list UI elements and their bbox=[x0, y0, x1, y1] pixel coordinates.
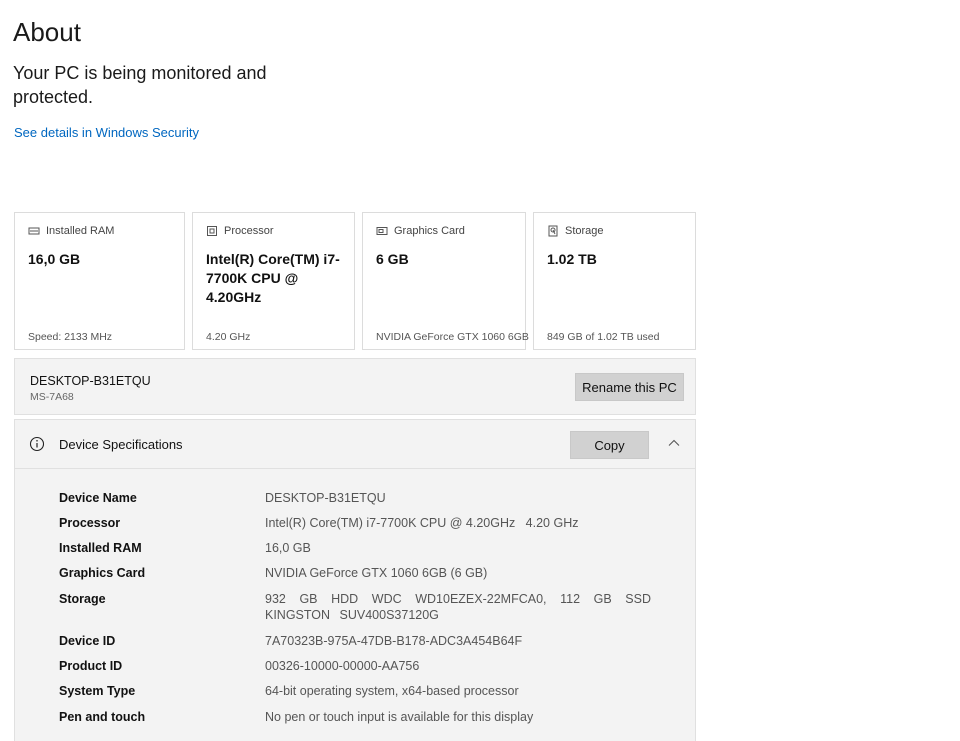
card-subtext: 849 GB of 1.02 TB used bbox=[547, 331, 660, 343]
spec-value: 932 GB HDD WDC WD10EZEX-22MFCA0, 112 GB … bbox=[265, 592, 651, 622]
card-label: Storage bbox=[565, 225, 604, 237]
card-label: Installed RAM bbox=[46, 225, 115, 237]
card-label: Processor bbox=[224, 225, 274, 237]
info-icon bbox=[29, 436, 45, 452]
device-specifications-list: Device Name DESKTOP-B31ETQU Processor Inte… bbox=[14, 469, 696, 741]
spec-value: No pen or touch input is available for t… bbox=[265, 710, 534, 724]
spec-key: Installed RAM bbox=[59, 541, 142, 555]
spec-key: Pen and touch bbox=[59, 710, 146, 724]
rename-pc-button[interactable]: Rename this PC bbox=[575, 373, 684, 401]
card-processor: Processor Intel(R) Core(TM) i7-7700K CPU… bbox=[192, 212, 355, 350]
card-value: Intel(R) Core(TM) i7-7700K CPU @ 4.20GHz bbox=[206, 251, 340, 305]
spec-key: Product ID bbox=[59, 659, 123, 673]
spec-value: Intel(R) Core(TM) i7-7700K CPU @ 4.20GHz… bbox=[265, 516, 579, 530]
card-installed-ram: Installed RAM 16,0 GB Speed: 2133 MHz bbox=[14, 212, 185, 350]
card-value: 1.02 TB bbox=[547, 251, 597, 267]
spec-key: Device ID bbox=[59, 634, 116, 648]
spec-key: System Type bbox=[59, 684, 136, 698]
spec-value: DESKTOP-B31ETQU bbox=[265, 491, 386, 505]
card-header: Storage bbox=[547, 225, 604, 237]
card-subtext: 4.20 GHz bbox=[206, 331, 251, 343]
ram-icon bbox=[28, 227, 40, 235]
card-header: Installed RAM bbox=[28, 225, 114, 237]
pc-name-panel: DESKTOP-B31ETQU MS-7A68 Rename this PC bbox=[14, 358, 696, 415]
card-header: Processor bbox=[206, 225, 274, 237]
device-specifications-header[interactable]: Device Specifications Copy bbox=[14, 419, 696, 469]
graphics-card-icon bbox=[376, 227, 388, 235]
spec-key: Storage bbox=[59, 592, 106, 606]
pc-name: DESKTOP-B31ETQU bbox=[30, 374, 151, 388]
card-value: 6 GB bbox=[376, 251, 409, 267]
spec-value: 00326-10000-00000-AA756 bbox=[265, 659, 420, 673]
spec-value: 16,0 GB bbox=[265, 541, 311, 555]
page-title: About bbox=[13, 17, 81, 47]
processor-icon bbox=[207, 226, 217, 236]
card-label: Graphics Card bbox=[394, 225, 465, 237]
pc-model: MS-7A68 bbox=[30, 391, 74, 403]
specs-title: Device Specifications bbox=[59, 437, 183, 452]
storage-icon bbox=[548, 225, 558, 237]
windows-security-link[interactable]: See details in Windows Security bbox=[14, 125, 199, 140]
card-value: 16,0 GB bbox=[28, 251, 81, 267]
spec-key: Processor bbox=[59, 516, 121, 530]
card-storage: Storage 1.02 TB 849 GB of 1.02 TB used bbox=[533, 212, 696, 350]
chevron-up-icon[interactable] bbox=[667, 436, 681, 450]
card-graphics-card: Graphics Card 6 GB NVIDIA GeForce GTX 10… bbox=[362, 212, 529, 350]
card-subtext: Speed: 2133 MHz bbox=[28, 331, 113, 343]
spec-value: 64-bit operating system, x64-based proce… bbox=[265, 684, 519, 698]
card-header: Graphics Card bbox=[376, 225, 465, 237]
spec-value: 7A70323B-975A-47DB-B178-ADC3A454B64F bbox=[265, 634, 523, 648]
spec-key: Graphics Card bbox=[59, 566, 146, 580]
card-subtext: NVIDIA GeForce GTX 1060 6GB bbox=[376, 331, 529, 343]
spec-key: Device Name bbox=[59, 491, 137, 505]
protection-status: Your PC is being monitored and protected… bbox=[13, 63, 267, 107]
spec-value: NVIDIA GeForce GTX 1060 6GB (6 GB) bbox=[265, 566, 488, 580]
copy-button[interactable]: Copy bbox=[570, 431, 649, 459]
